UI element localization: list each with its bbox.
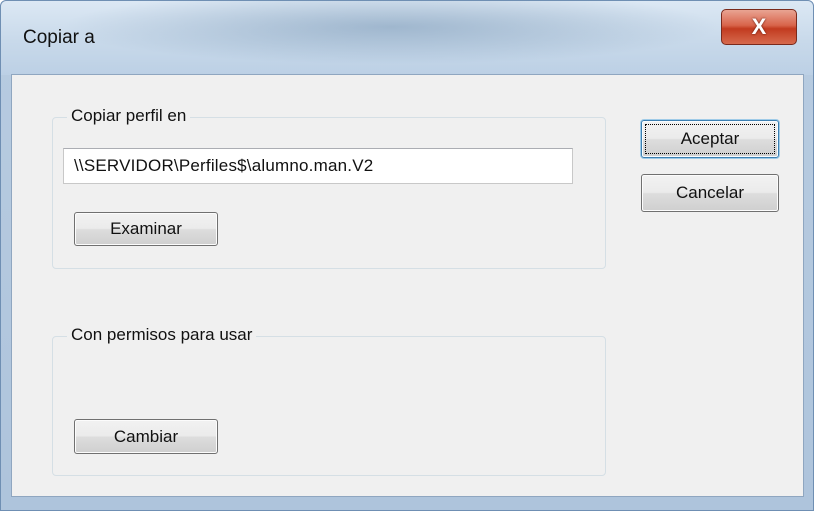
- browse-button-label: Examinar: [110, 219, 182, 238]
- focus-rectangle: [645, 124, 775, 154]
- copy-profile-legend: Copiar perfil en: [67, 106, 191, 126]
- change-button[interactable]: Cambiar: [74, 419, 218, 454]
- copy-profile-group: Copiar perfil en: [52, 106, 606, 269]
- permissions-legend: Con permisos para usar: [67, 325, 257, 345]
- title-bar[interactable]: Copiar a X: [1, 1, 813, 75]
- close-button[interactable]: X: [721, 9, 797, 45]
- destination-path-field[interactable]: \\SERVIDOR\Perfiles$\alumno.man.V2: [63, 148, 573, 184]
- cancel-button[interactable]: Cancelar: [641, 174, 779, 212]
- close-icon: X: [751, 14, 767, 39]
- browse-button[interactable]: Examinar: [74, 212, 218, 246]
- window-title: Copiar a: [23, 27, 95, 48]
- cancel-button-label: Cancelar: [675, 183, 745, 202]
- permissions-group: Con permisos para usar: [52, 325, 606, 476]
- change-button-label: Cambiar: [113, 426, 179, 446]
- ok-button[interactable]: Aceptar: [641, 120, 779, 158]
